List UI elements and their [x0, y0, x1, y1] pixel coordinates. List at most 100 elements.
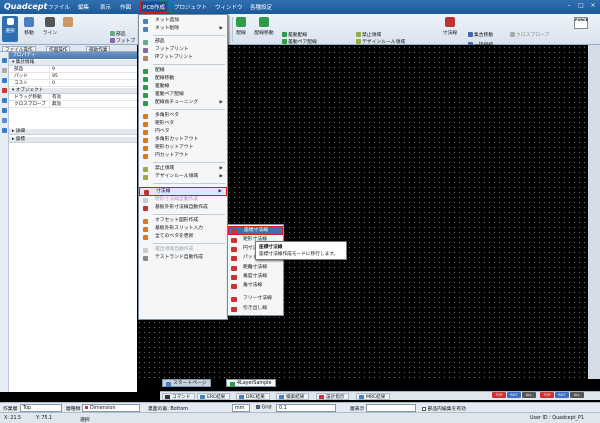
- pen-button[interactable]: [60, 17, 76, 29]
- property-value[interactable]: 無効: [49, 101, 61, 108]
- menu-item-label: 矩形ベタ: [155, 121, 175, 126]
- ribbon-design-rule[interactable]: デザインルール領域: [356, 38, 405, 45]
- menu-item-dimension[interactable]: 寸法線 ▶: [139, 187, 227, 196]
- tab-file-ops[interactable]: ファイル操作: [2, 45, 36, 53]
- menu-pcb[interactable]: PCB作成: [140, 1, 168, 13]
- drc-icon: [239, 395, 244, 399]
- submenu-distance-dimension[interactable]: 距離寸法線: [228, 264, 283, 272]
- ribbon-diff-pair[interactable]: 差動ペア配線: [282, 38, 317, 45]
- ribbon-keepout[interactable]: 禁止領域: [356, 31, 381, 38]
- work-layer-select[interactable]: Top: [20, 404, 62, 412]
- menu-item-circle-plane[interactable]: 円ベタ: [139, 128, 227, 136]
- grid-checkbox[interactable]: Grid: [256, 405, 272, 411]
- footprint-icon: [110, 38, 115, 43]
- unit-select[interactable]: mm: [232, 404, 250, 412]
- tree-icon[interactable]: [2, 108, 7, 113]
- search-icon[interactable]: [2, 78, 7, 83]
- dimension-button[interactable]: 寸法線: [440, 17, 460, 36]
- menu-item-slit[interactable]: 基板外形スリット入力: [139, 225, 227, 233]
- tab-aux-work[interactable]: 補助作業: [86, 45, 111, 53]
- layer-bot-button-2[interactable]: BOT: [555, 392, 569, 398]
- tab-drc-result[interactable]: DRC結果: [236, 393, 270, 400]
- submenu-corner-dimension[interactable]: 角寸法線: [228, 282, 283, 290]
- ribbon-batch-move[interactable]: 集合移動: [468, 31, 493, 38]
- tab-mrc-result[interactable]: MRC結果: [356, 393, 391, 400]
- menu-item-rect-cutout[interactable]: 矩形カットアウト: [139, 144, 227, 152]
- ribbon-footprint[interactable]: フットプ: [110, 37, 135, 44]
- select-button[interactable]: 選択: [2, 16, 18, 42]
- menu-settings[interactable]: 各種設定: [250, 3, 272, 11]
- menu-item-test-land[interactable]: テストランド自動作成: [139, 254, 227, 262]
- submenu-leader-line[interactable]: 引き出し線: [228, 305, 283, 313]
- net-icon[interactable]: [2, 88, 7, 93]
- panel-icon[interactable]: [2, 58, 7, 63]
- menu-item-diff-pair[interactable]: 差動ペア配線: [139, 91, 227, 99]
- minimize-icon[interactable]: –: [564, 2, 574, 10]
- ribbon-parts[interactable]: 部品: [110, 30, 126, 37]
- submenu-angle-dimension[interactable]: 角度寸法線: [228, 273, 283, 281]
- tab-start-page[interactable]: スタートページ: [162, 379, 212, 387]
- wiring-button[interactable]: 配線: [234, 17, 248, 36]
- menu-item-parts[interactable]: 部品: [139, 38, 227, 46]
- layer-all-button[interactable]: ALL: [522, 392, 536, 398]
- tab-4layersample[interactable]: 4LayerSample: [226, 379, 277, 387]
- menu-item-wiring[interactable]: 配線: [139, 67, 227, 75]
- layer-all-button-2[interactable]: ALL: [570, 392, 584, 398]
- menu-item-label: 禁止領域: [155, 166, 175, 171]
- tab-search-result[interactable]: 検索結果: [276, 393, 310, 400]
- close-icon[interactable]: ×: [588, 2, 598, 10]
- menu-item-update-planes[interactable]: 全てのベタを更新: [139, 233, 227, 241]
- layer-top-button[interactable]: TOP: [492, 392, 506, 398]
- layer-type-select[interactable]: Dimension: [82, 404, 140, 412]
- submenu-free-dimension[interactable]: フリー寸法線: [228, 295, 283, 303]
- property-row: ドラッグ移動 有効: [9, 94, 137, 101]
- menu-item-footprint[interactable]: フットプリント: [139, 46, 227, 54]
- menu-file[interactable]: ファイル: [48, 3, 70, 11]
- history-icon[interactable]: [2, 118, 7, 123]
- menu-item-design-rule[interactable]: デザインルール領域 ▶: [139, 173, 227, 181]
- menu-item-poly-cutout[interactable]: 多角形カットアウト: [139, 136, 227, 144]
- library-icon[interactable]: [2, 98, 7, 103]
- menu-project[interactable]: プロジェクト: [174, 3, 207, 11]
- layer-icon[interactable]: [2, 68, 7, 73]
- menu-draw[interactable]: 作図: [120, 3, 131, 11]
- section-detail[interactable]: ▸ 詳細: [9, 129, 137, 135]
- force-icon[interactable]: FORCE: [574, 17, 588, 29]
- menu-item-net-add[interactable]: ネット追加: [139, 17, 227, 25]
- menu-item-board-dimension[interactable]: 基板外形寸法線自動作成: [139, 204, 227, 212]
- menu-window[interactable]: ウィンドウ: [215, 3, 243, 11]
- tab-command[interactable]: コマンド: [162, 393, 196, 400]
- ribbon-cross-probe[interactable]: クロスプローブ: [510, 31, 549, 38]
- submenu-coord-dimension[interactable]: 座標寸法線: [228, 226, 283, 235]
- menu-item-offset-shape[interactable]: オフセット図形作成: [139, 217, 227, 225]
- menu-item-length-tuning[interactable]: 配線長チューニング ▶: [139, 99, 227, 107]
- section-coord[interactable]: ▸ 座標: [9, 137, 137, 143]
- menu-edit[interactable]: 編集: [78, 3, 89, 11]
- menu-item-keepout[interactable]: 禁止領域 ▶: [139, 165, 227, 173]
- edit-in-part-checkbox[interactable]: 部品内編集を有効: [422, 405, 466, 412]
- menu-item-wiring-move[interactable]: 配線移動: [139, 75, 227, 83]
- layer-top-button-2[interactable]: TOP: [540, 392, 554, 398]
- property-value[interactable]: 有効: [49, 94, 61, 101]
- tab-design-instruction[interactable]: 設計指示: [316, 393, 350, 400]
- wiring-move-button[interactable]: 配線移動: [252, 17, 276, 36]
- ribbon-diff-wiring[interactable]: 差動配線: [282, 31, 307, 38]
- layer-display-select[interactable]: [366, 404, 416, 412]
- maximize-icon[interactable]: □: [576, 2, 586, 10]
- grid-select[interactable]: 0.1: [276, 404, 336, 412]
- tab-erc-result[interactable]: ERC結果: [197, 393, 231, 400]
- menu-item-diff-line[interactable]: 差動線: [139, 83, 227, 91]
- menu-view[interactable]: 表示: [100, 3, 111, 11]
- menu-item-poly-plane[interactable]: 多角形ベタ: [139, 112, 227, 120]
- layer-bot-button[interactable]: BOT: [507, 392, 521, 398]
- menu-item-rect-plane[interactable]: 矩形ベタ: [139, 120, 227, 128]
- move-button[interactable]: 移動: [21, 17, 37, 36]
- tab-draw-ops[interactable]: 作図操作: [46, 45, 71, 53]
- canvas-scrollbar[interactable]: [588, 45, 600, 379]
- line-button[interactable]: ライン: [42, 17, 58, 36]
- gear-icon[interactable]: [2, 128, 7, 133]
- update-icon: [143, 234, 148, 240]
- menu-item-ip-footprint[interactable]: IPフットプリント: [139, 54, 227, 62]
- menu-item-net-delete[interactable]: ネット削除 ▶: [139, 25, 227, 33]
- menu-item-circle-cutout[interactable]: 円カットアウト: [139, 152, 227, 160]
